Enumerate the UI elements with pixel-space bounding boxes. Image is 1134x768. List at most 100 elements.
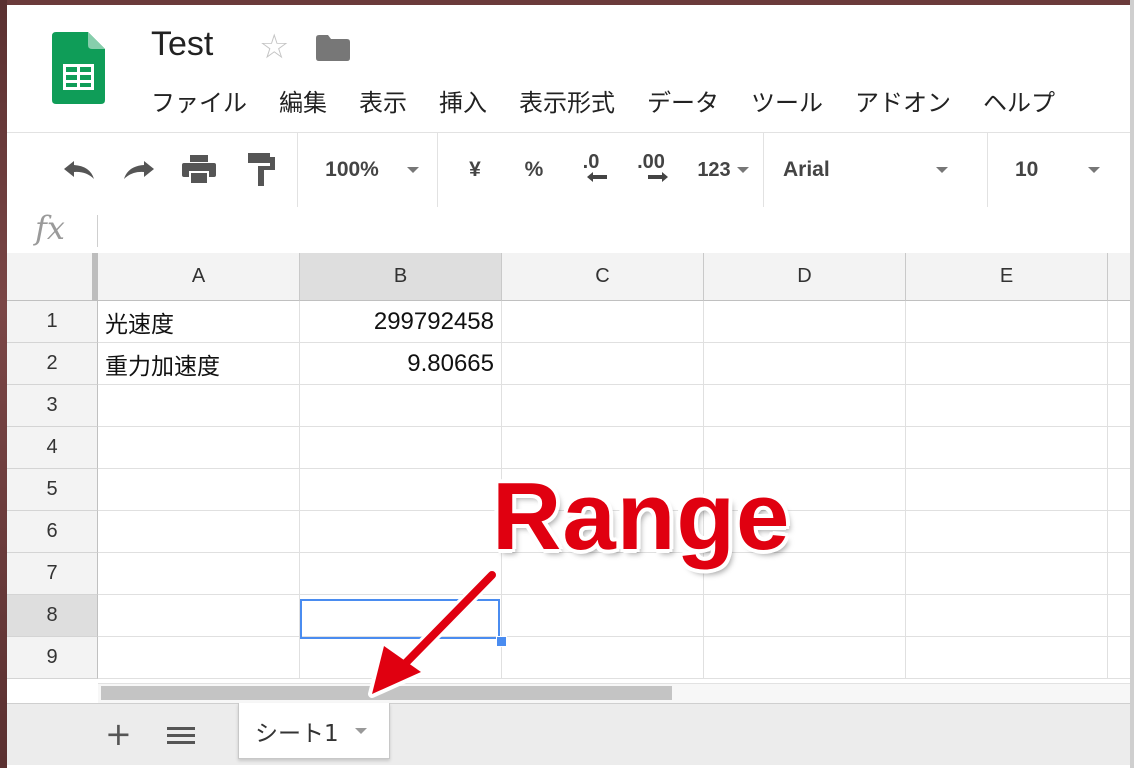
row-header[interactable]: 4	[7, 427, 98, 469]
toolbar: 100% ¥ % .0 .00 123 Arial 10	[7, 132, 1130, 208]
cell-a8[interactable]	[98, 595, 300, 637]
cell-e8[interactable]	[906, 595, 1108, 637]
cell-f6[interactable]	[1108, 511, 1130, 553]
window-frame-left	[0, 0, 7, 768]
cell-b5[interactable]	[300, 469, 502, 511]
horizontal-scrollbar-thumb[interactable]	[101, 686, 672, 700]
font-family-select[interactable]: Arial	[783, 133, 973, 207]
column-header-b[interactable]: B	[300, 253, 502, 301]
cell-b2[interactable]: 9.80665	[300, 343, 502, 385]
menu-file[interactable]: ファイル	[151, 83, 247, 118]
formula-divider	[97, 215, 98, 247]
cell-a3[interactable]	[98, 385, 300, 427]
cell-b3[interactable]	[300, 385, 502, 427]
folder-icon[interactable]	[316, 35, 350, 61]
cell-d1[interactable]	[704, 301, 906, 343]
cell-b4[interactable]	[300, 427, 502, 469]
cell-e1[interactable]	[906, 301, 1108, 343]
menu-view[interactable]: 表示	[359, 83, 407, 118]
cell-c9[interactable]	[502, 637, 704, 679]
cell-a9[interactable]	[98, 637, 300, 679]
cell-f9[interactable]	[1108, 637, 1130, 679]
cell-c2[interactable]	[502, 343, 704, 385]
select-all-corner[interactable]	[7, 253, 98, 301]
row-header[interactable]: 9	[7, 637, 98, 679]
menu-help[interactable]: ヘルプ	[983, 83, 1055, 118]
cell-b9[interactable]	[300, 637, 502, 679]
cell-f4[interactable]	[1108, 427, 1130, 469]
cell-b6[interactable]	[300, 511, 502, 553]
row-header[interactable]: 7	[7, 553, 98, 595]
cell-a2[interactable]: 重力加速度	[98, 343, 300, 385]
cell-f5[interactable]	[1108, 469, 1130, 511]
sheet-tab-active[interactable]: シート1	[238, 703, 390, 759]
menu-insert[interactable]: 挿入	[439, 83, 487, 118]
row-header[interactable]: 6	[7, 511, 98, 553]
menu-data[interactable]: データ	[647, 83, 719, 118]
increase-decimal-button[interactable]: .00	[631, 133, 671, 207]
row-header[interactable]: 3	[7, 385, 98, 427]
font-size-select[interactable]: 10	[1015, 133, 1119, 207]
currency-format-button[interactable]: ¥	[457, 133, 493, 207]
column-header-d[interactable]: D	[704, 253, 906, 301]
cell-a7[interactable]	[98, 553, 300, 595]
decrease-decimal-button[interactable]: .0	[573, 133, 609, 207]
cell-a6[interactable]	[98, 511, 300, 553]
fill-handle[interactable]	[496, 636, 507, 647]
cell-d8[interactable]	[704, 595, 906, 637]
cell-a5[interactable]	[98, 469, 300, 511]
zoom-select[interactable]: 100%	[307, 133, 437, 207]
row-header[interactable]: 1	[7, 301, 98, 343]
cell-f2[interactable]	[1108, 343, 1130, 385]
cell-e6[interactable]	[906, 511, 1108, 553]
menu-edit[interactable]: 編集	[279, 83, 327, 118]
formula-input[interactable]	[107, 207, 1127, 253]
column-header-c[interactable]: C	[502, 253, 704, 301]
star-icon[interactable]: ☆	[259, 27, 289, 67]
cell-e4[interactable]	[906, 427, 1108, 469]
cell-b7[interactable]	[300, 553, 502, 595]
cell-f3[interactable]	[1108, 385, 1130, 427]
cell-e7[interactable]	[906, 553, 1108, 595]
cell-c1[interactable]	[502, 301, 704, 343]
cell-f1[interactable]	[1108, 301, 1130, 343]
menu-format[interactable]: 表示形式	[519, 83, 615, 118]
cell-f8[interactable]	[1108, 595, 1130, 637]
column-header-f[interactable]	[1108, 253, 1130, 301]
plus-icon[interactable]: +	[105, 718, 132, 750]
toolbar-divider	[763, 133, 764, 207]
cell-d3[interactable]	[704, 385, 906, 427]
cell-b1[interactable]: 299792458	[300, 301, 502, 343]
menu-list-icon[interactable]	[167, 727, 195, 747]
column-header-e[interactable]: E	[906, 253, 1108, 301]
cell-d2[interactable]	[704, 343, 906, 385]
column-header-a[interactable]: A	[98, 253, 300, 301]
row-header[interactable]: 2	[7, 343, 98, 385]
print-icon[interactable]	[179, 133, 219, 207]
sheets-logo-icon[interactable]	[52, 32, 105, 104]
row-header[interactable]: 5	[7, 469, 98, 511]
cell-e3[interactable]	[906, 385, 1108, 427]
more-formats-select[interactable]: 123	[687, 133, 759, 207]
redo-icon[interactable]	[119, 133, 159, 207]
cell-c8[interactable]	[502, 595, 704, 637]
cell-e9[interactable]	[906, 637, 1108, 679]
document-title[interactable]: Test	[151, 25, 213, 64]
cell-a4[interactable]	[98, 427, 300, 469]
arrow-left-icon	[587, 172, 607, 182]
cell-c3[interactable]	[502, 385, 704, 427]
cell-e5[interactable]	[906, 469, 1108, 511]
menu-tools[interactable]: ツール	[751, 83, 823, 118]
cell-f7[interactable]	[1108, 553, 1130, 595]
percent-format-button[interactable]: %	[515, 133, 553, 207]
cell-e2[interactable]	[906, 343, 1108, 385]
paint-format-icon[interactable]	[241, 133, 281, 207]
chevron-down-icon[interactable]	[354, 727, 367, 734]
menu-addons[interactable]: アドオン	[855, 83, 951, 118]
cell-a1[interactable]: 光速度	[98, 301, 300, 343]
cell-d9[interactable]	[704, 637, 906, 679]
row-header[interactable]: 8	[7, 595, 98, 637]
undo-icon[interactable]	[59, 133, 99, 207]
selected-cell-outline[interactable]	[300, 599, 500, 639]
toolbar-divider	[437, 133, 438, 207]
